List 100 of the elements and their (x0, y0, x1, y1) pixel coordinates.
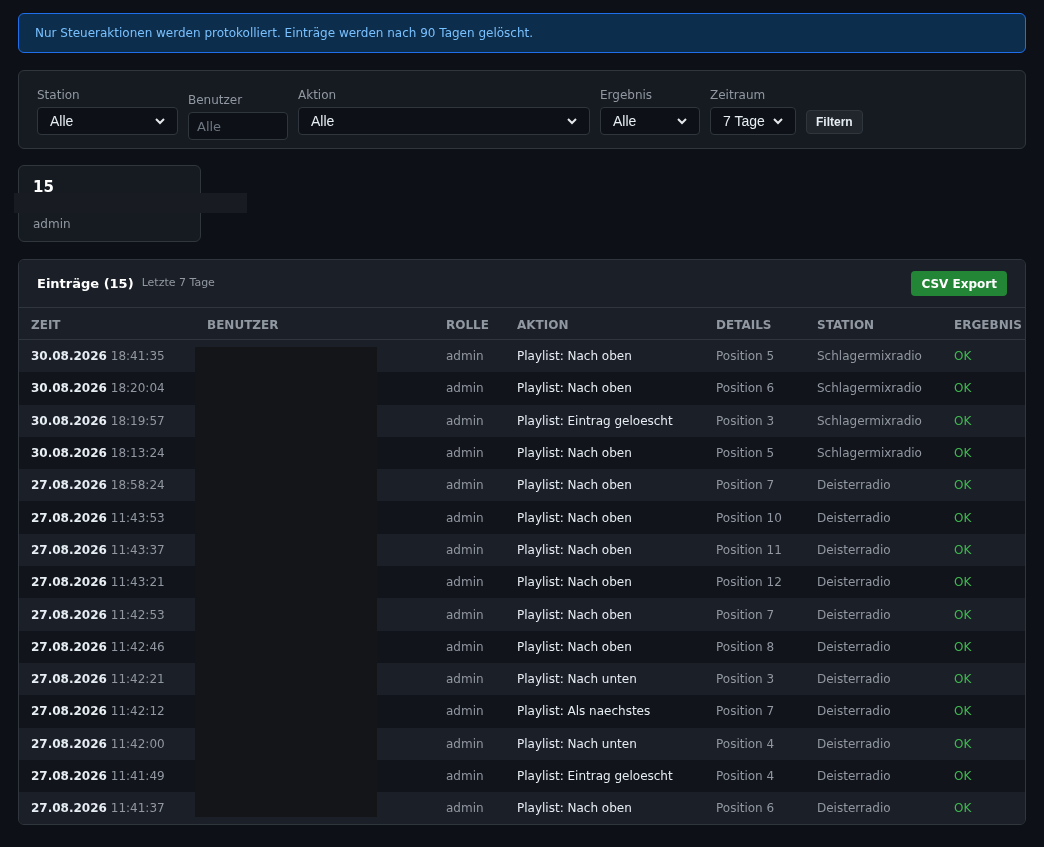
column-header: ROLLE (446, 317, 489, 332)
field-label: Ergebnis (600, 87, 654, 104)
time-text: 18:19:57 (110, 413, 165, 428)
date-text: 27.08.2026 (31, 478, 107, 493)
role-text: admin (446, 639, 484, 654)
time-text: 11:42:00 (110, 736, 165, 751)
station-text: Deisterradio (817, 736, 891, 751)
role-text: admin (446, 736, 484, 751)
role-text: admin (446, 704, 484, 719)
result-text: OK (954, 607, 972, 622)
details-text: Position 6 (716, 381, 775, 396)
action-text: Playlist: Als naechstes (517, 704, 651, 719)
role-text: admin (446, 607, 484, 622)
result-text: OK (954, 478, 972, 493)
date-text: 27.08.2026 (31, 607, 107, 622)
field-label: Benutzer (188, 92, 244, 109)
details-text: Position 4 (716, 769, 775, 783)
time-text: 11:41:37 (110, 801, 165, 816)
select-field[interactable]: Alle (600, 107, 700, 135)
chevron-down-icon (567, 117, 577, 125)
time-text: 18:58:24 (110, 478, 165, 493)
column-header: STATION (817, 317, 875, 332)
details-text: Position 3 (716, 413, 775, 428)
result-text: OK (954, 446, 972, 461)
details-text: Position 12 (716, 575, 782, 590)
date-text: 27.08.2026 (31, 542, 107, 557)
role-text: admin (446, 672, 484, 687)
result-text: OK (954, 672, 972, 687)
input-field[interactable]: Alle (188, 112, 288, 140)
station-text: Deisterradio (817, 704, 891, 719)
select-field[interactable]: Alle (37, 107, 178, 135)
station-text: Deisterradio (817, 801, 891, 816)
station-text: Schlagermixradio (817, 349, 922, 364)
time-text: 11:43:21 (110, 575, 165, 590)
time-text: 11:43:53 (110, 510, 165, 525)
date-text: 27.08.2026 (31, 704, 107, 719)
role-text: admin (446, 381, 484, 396)
date-text: 30.08.2026 (31, 446, 107, 461)
time-text: 11:43:37 (110, 542, 165, 557)
role-text: admin (446, 575, 484, 590)
result-text: OK (954, 510, 972, 525)
action-text: Playlist: Nach oben (517, 478, 632, 493)
role-text: admin (446, 413, 484, 428)
station-text: Deisterradio (817, 510, 891, 525)
table-subtitle: Letzte 7 Tage (141, 275, 215, 292)
station-text: Deisterradio (817, 575, 891, 590)
date-text: 27.08.2026 (31, 575, 107, 590)
action-text: Playlist: Nach oben (517, 801, 632, 816)
date-text: 30.08.2026 (31, 381, 107, 396)
time-text: 18:13:24 (110, 446, 165, 461)
station-text: Schlagermixradio (817, 413, 922, 428)
column-header: BENUTZER (207, 317, 279, 332)
action-text: Playlist: Eintrag geloescht (517, 769, 673, 783)
stat-label: admin (33, 216, 72, 233)
action-text: Playlist: Nach unten (517, 736, 637, 751)
field-label: Zeitraum (710, 87, 767, 104)
field-label: Station (37, 87, 81, 104)
action-text: Playlist: Nach oben (517, 446, 632, 461)
action-text: Playlist: Nach oben (517, 349, 632, 364)
station-text: Schlagermixradio (817, 381, 922, 396)
csv-export-button[interactable]: CSV Export (911, 271, 1007, 296)
time-text: 18:20:04 (110, 381, 165, 396)
date-text: 27.08.2026 (31, 510, 107, 525)
action-text: Playlist: Nach oben (517, 542, 632, 557)
result-text: OK (954, 736, 972, 751)
role-text: admin (446, 446, 484, 461)
details-text: Position 7 (716, 607, 775, 622)
action-text: Playlist: Nach oben (517, 639, 632, 654)
role-text: admin (446, 478, 484, 493)
action-text: Playlist: Nach oben (517, 510, 632, 525)
time-text: 11:42:53 (110, 607, 165, 622)
result-text: OK (954, 542, 972, 557)
role-text: admin (446, 801, 484, 816)
result-text: OK (954, 575, 972, 590)
result-text: OK (954, 704, 972, 719)
date-text: 27.08.2026 (31, 736, 107, 751)
details-text: Position 5 (716, 446, 775, 461)
time-text: 11:42:46 (110, 639, 165, 654)
time-text: 18:41:35 (110, 349, 165, 364)
column-header: ERGEBNIS (954, 317, 1022, 332)
details-text: Position 4 (716, 736, 775, 751)
chevron-down-icon (155, 117, 165, 125)
role-text: admin (446, 349, 484, 364)
station-text: Schlagermixradio (817, 446, 922, 461)
filter-button[interactable]: Filtern (806, 110, 863, 134)
select-field[interactable]: 7 Tage (710, 107, 796, 135)
info-alert: Nur Steueraktionen werden protokolliert. Einträge werden nach 90 Tagen gelöscht. (18, 13, 1026, 53)
column-header: DETAILS (716, 317, 772, 332)
details-text: Position 11 (716, 542, 782, 557)
select-field[interactable]: Alle (298, 107, 590, 135)
table-title: Einträge (15) (37, 274, 134, 293)
details-text: Position 8 (716, 639, 775, 654)
action-text: Playlist: Nach unten (517, 672, 637, 687)
station-text: Deisterradio (817, 542, 891, 557)
chevron-down-icon (773, 117, 783, 125)
date-text: 27.08.2026 (31, 639, 107, 654)
role-text: admin (446, 769, 484, 783)
time-text: 11:42:12 (110, 704, 165, 719)
station-text: Deisterradio (817, 672, 891, 687)
column-header: AKTION (517, 317, 569, 332)
